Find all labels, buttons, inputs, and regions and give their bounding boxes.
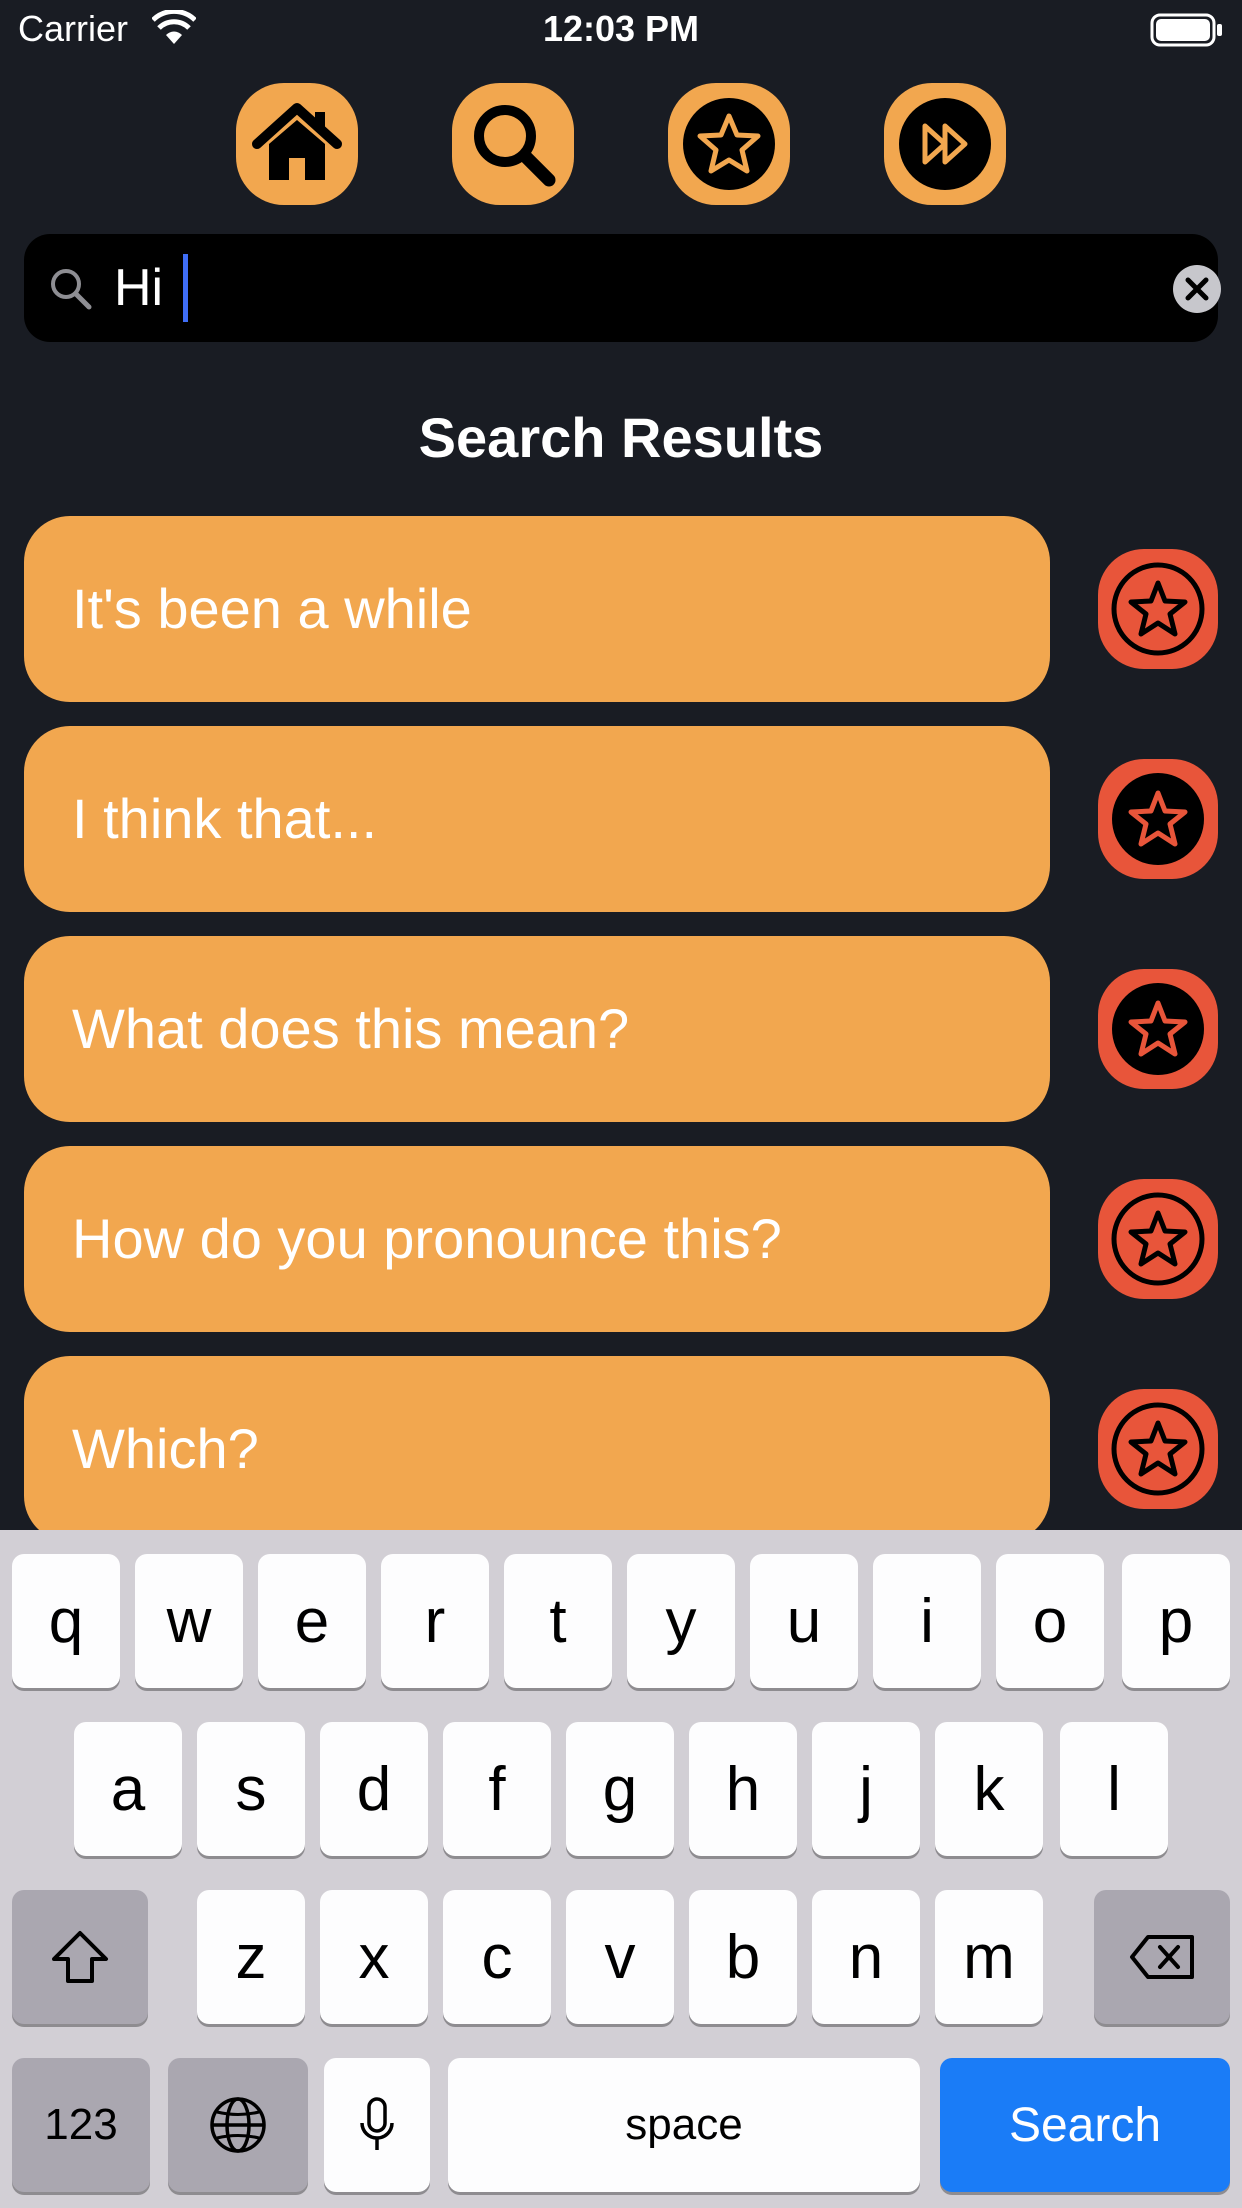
favorite-button[interactable]: [1098, 969, 1218, 1089]
search-icon: [474, 105, 556, 187]
page-title: Search Results: [418, 406, 824, 469]
key-p[interactable]: p: [1122, 1554, 1230, 1688]
key-d[interactable]: d: [320, 1722, 428, 1856]
favorite-button[interactable]: [1098, 1179, 1218, 1299]
search-icon: [51, 269, 92, 310]
key-a[interactable]: a: [74, 1722, 182, 1856]
result-item[interactable]: I think that...: [24, 726, 1050, 912]
text-cursor: [183, 254, 188, 322]
star-icon: [1111, 1402, 1205, 1496]
favorite-button[interactable]: [1098, 549, 1218, 669]
result-item[interactable]: Which?: [24, 1356, 1050, 1542]
result-item[interactable]: What does this mean?: [24, 936, 1050, 1122]
key-b[interactable]: b: [689, 1890, 797, 2024]
home-icon: [252, 103, 342, 180]
fast-forward-icon: [899, 98, 991, 190]
status-time: 12:03 PM: [542, 8, 700, 49]
search-input[interactable]: [114, 252, 1124, 324]
key-z[interactable]: z: [197, 1890, 305, 2024]
clear-icon[interactable]: [1172, 264, 1222, 314]
result-label: What does this mean?: [72, 997, 630, 1060]
key-i[interactable]: i: [873, 1554, 981, 1688]
key-n[interactable]: n: [812, 1890, 920, 2024]
result-label: How do you pronounce this?: [72, 1207, 782, 1270]
key-t[interactable]: t: [504, 1554, 612, 1688]
space-key[interactable]: space: [448, 2058, 920, 2192]
key-y[interactable]: y: [627, 1554, 735, 1688]
key-s[interactable]: s: [197, 1722, 305, 1856]
microphone-icon: [360, 2097, 394, 2150]
key-h[interactable]: h: [689, 1722, 797, 1856]
star-icon: [1111, 562, 1205, 656]
battery-icon: [1150, 13, 1222, 47]
shift-key[interactable]: [12, 1890, 148, 2024]
key-r[interactable]: r: [381, 1554, 489, 1688]
star-filled-icon: [1112, 983, 1204, 1075]
star-icon: [683, 98, 775, 190]
star-filled-icon: [1112, 773, 1204, 865]
favorites-nav-button[interactable]: [668, 83, 790, 205]
next-nav-button[interactable]: [884, 83, 1006, 205]
key-m[interactable]: m: [935, 1890, 1043, 2024]
microphone-key[interactable]: [324, 2058, 430, 2192]
key-q[interactable]: q: [12, 1554, 120, 1688]
key-x[interactable]: x: [320, 1890, 428, 2024]
key-o[interactable]: o: [996, 1554, 1104, 1688]
key-e[interactable]: e: [258, 1554, 366, 1688]
key-w[interactable]: w: [135, 1554, 243, 1688]
key-v[interactable]: v: [566, 1890, 674, 2024]
favorite-button[interactable]: [1098, 1389, 1218, 1509]
backspace-icon: [1130, 1935, 1194, 1979]
key-u[interactable]: u: [750, 1554, 858, 1688]
search-key[interactable]: Search: [940, 2058, 1230, 2192]
home-button[interactable]: [236, 83, 358, 205]
backspace-key[interactable]: [1094, 1890, 1230, 2024]
status-bar: Carrier 12:03 PM: [0, 0, 1242, 60]
key-l[interactable]: l: [1060, 1722, 1168, 1856]
key-g[interactable]: g: [566, 1722, 674, 1856]
key-c[interactable]: c: [443, 1890, 551, 2024]
result-item[interactable]: How do you pronounce this?: [24, 1146, 1050, 1332]
globe-icon: [210, 2097, 266, 2153]
result-label: It's been a while: [72, 577, 472, 640]
shift-icon: [52, 1931, 108, 1983]
star-icon: [1111, 1192, 1205, 1286]
keyboard: q w e r t y u i o p a s d f g h j k l z …: [0, 1530, 1242, 2208]
result-item[interactable]: It's been a while: [24, 516, 1050, 702]
search-bar: [24, 234, 1221, 342]
favorite-button[interactable]: [1098, 759, 1218, 879]
key-k[interactable]: k: [935, 1722, 1043, 1856]
numbers-key[interactable]: 123: [12, 2058, 150, 2192]
key-j[interactable]: j: [812, 1722, 920, 1856]
search-nav-button[interactable]: [452, 83, 574, 205]
key-f[interactable]: f: [443, 1722, 551, 1856]
globe-key[interactable]: [168, 2058, 308, 2192]
result-label: I think that...: [72, 787, 378, 850]
result-label: Which?: [72, 1417, 259, 1480]
